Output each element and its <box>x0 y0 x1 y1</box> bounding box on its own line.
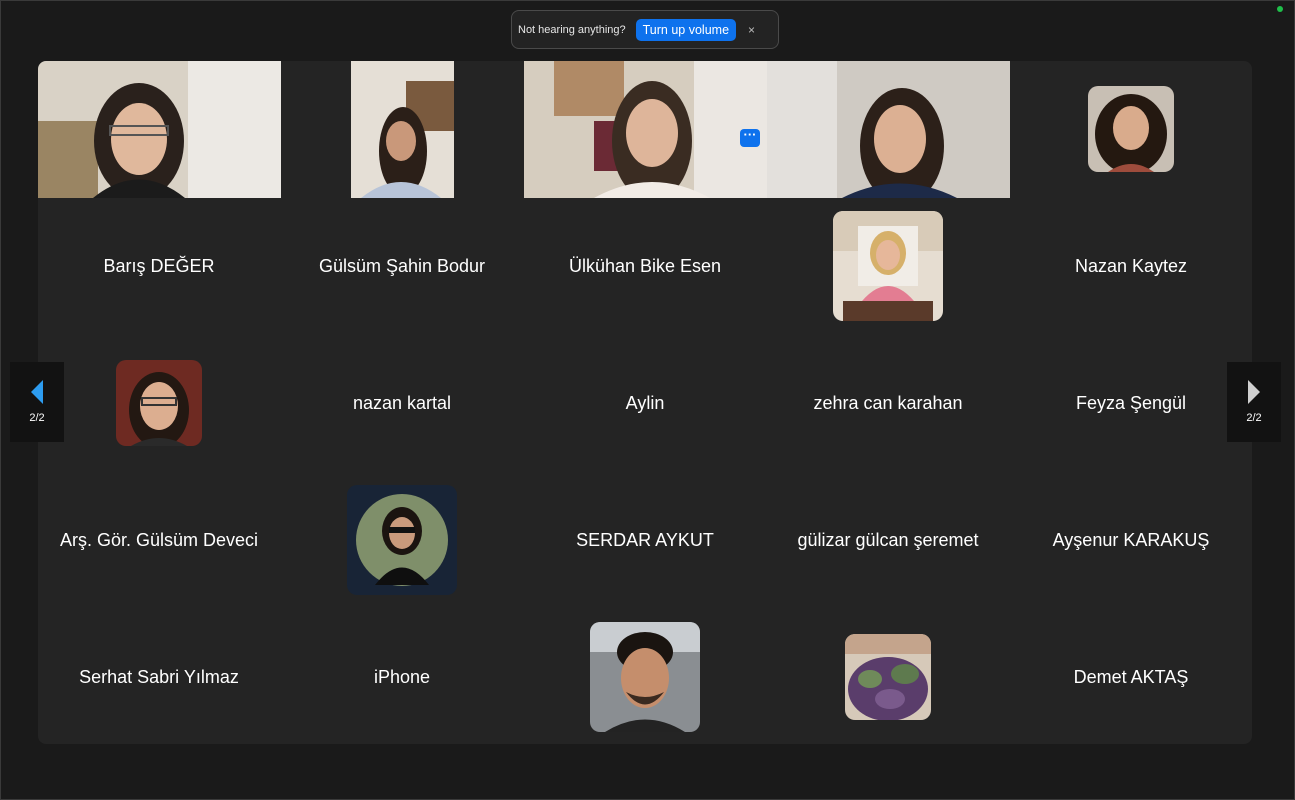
participant-tile[interactable] <box>281 472 523 608</box>
participant-name: Aylin <box>625 392 665 413</box>
notification-message: Not hearing anything? <box>518 23 626 36</box>
participant-avatar <box>1088 86 1174 172</box>
participant-video <box>767 61 1010 198</box>
participant-name: SERDAR AYKUT <box>576 529 714 550</box>
participant-avatar <box>116 360 202 446</box>
participant-avatar <box>590 622 700 732</box>
participant-tile[interactable]: Nazan Kaytez <box>1010 198 1252 334</box>
participant-tile[interactable]: Ayşenur KARAKUŞ <box>1010 472 1252 608</box>
participant-tile[interactable]: iPhone <box>281 609 523 744</box>
participant-avatar <box>845 634 931 720</box>
participant-name: Gülsüm Şahin Bodur <box>318 255 486 276</box>
participant-name: Ayşenur KARAKUŞ <box>1052 529 1210 550</box>
audio-notification: Not hearing anything? Turn up volume × <box>511 10 779 49</box>
participant-name: Barış DEĞER <box>103 255 215 276</box>
participant-name: iPhone <box>373 666 431 687</box>
participant-name: zehra can karahan <box>813 392 963 413</box>
participant-name: Nazan Kaytez <box>1074 255 1188 276</box>
participant-name: Demet AKTAŞ <box>1073 666 1189 687</box>
participant-tile[interactable] <box>767 609 1009 744</box>
chevron-right-icon <box>1248 380 1260 404</box>
participant-tile[interactable]: SERDAR AYKUT <box>524 472 766 608</box>
participant-tile[interactable]: Feyza Şengül <box>1010 335 1252 471</box>
participant-name: gülizar gülcan şeremet <box>797 529 979 550</box>
video-tile-4[interactable] <box>767 61 1010 198</box>
connection-status-dot <box>1277 6 1283 12</box>
next-page-button[interactable]: 2/2 <box>1227 362 1281 442</box>
participant-tile[interactable] <box>767 198 1009 334</box>
participant-tile[interactable] <box>1010 61 1252 197</box>
participant-tile[interactable]: nazan kartal <box>281 335 523 471</box>
participant-tile[interactable]: Aylin <box>524 335 766 471</box>
participant-name: nazan kartal <box>352 392 452 413</box>
participant-tile[interactable]: Barış DEĞER <box>38 198 280 334</box>
participant-video <box>38 61 281 198</box>
previous-page-button[interactable]: 2/2 <box>10 362 64 442</box>
turn-up-volume-button[interactable]: Turn up volume <box>635 18 737 41</box>
participant-name: Ülkühan Bike Esen <box>568 255 722 276</box>
participant-avatar <box>347 485 457 595</box>
participant-tile[interactable] <box>38 335 280 471</box>
participant-tile[interactable]: Arş. Gör. Gülsüm Deveci <box>38 472 280 608</box>
participant-tile[interactable] <box>524 609 766 744</box>
close-icon[interactable]: × <box>748 23 755 37</box>
video-tile-1[interactable] <box>38 61 281 198</box>
page-indicator: 2/2 <box>29 412 45 424</box>
page-indicator: 2/2 <box>1246 412 1262 424</box>
participant-name: Feyza Şengül <box>1075 392 1187 413</box>
video-tile-3[interactable] <box>524 61 767 198</box>
participant-name: Arş. Gör. Gülsüm Deveci <box>59 529 259 550</box>
more-options-button[interactable]: ··· <box>740 128 760 147</box>
participant-tile[interactable]: Demet AKTAŞ <box>1010 609 1252 744</box>
participant-tile[interactable]: gülizar gülcan şeremet <box>767 472 1009 608</box>
video-tile-2[interactable] <box>351 61 454 198</box>
participant-tile[interactable]: Gülsüm Şahin Bodur <box>281 198 523 334</box>
participant-video <box>351 61 454 198</box>
participant-tile[interactable]: zehra can karahan <box>767 335 1009 471</box>
chevron-left-icon <box>31 380 43 404</box>
participant-tile[interactable]: Serhat Sabri Yılmaz <box>38 609 280 744</box>
participant-tile[interactable]: Ülkühan Bike Esen <box>524 198 766 334</box>
gallery-view: ··· Barış DEĞER Gülsüm Şahin Bodur Ülküh… <box>38 61 1252 744</box>
participant-video <box>524 61 767 198</box>
participant-name: Serhat Sabri Yılmaz <box>79 666 239 687</box>
participant-avatar <box>833 211 943 321</box>
